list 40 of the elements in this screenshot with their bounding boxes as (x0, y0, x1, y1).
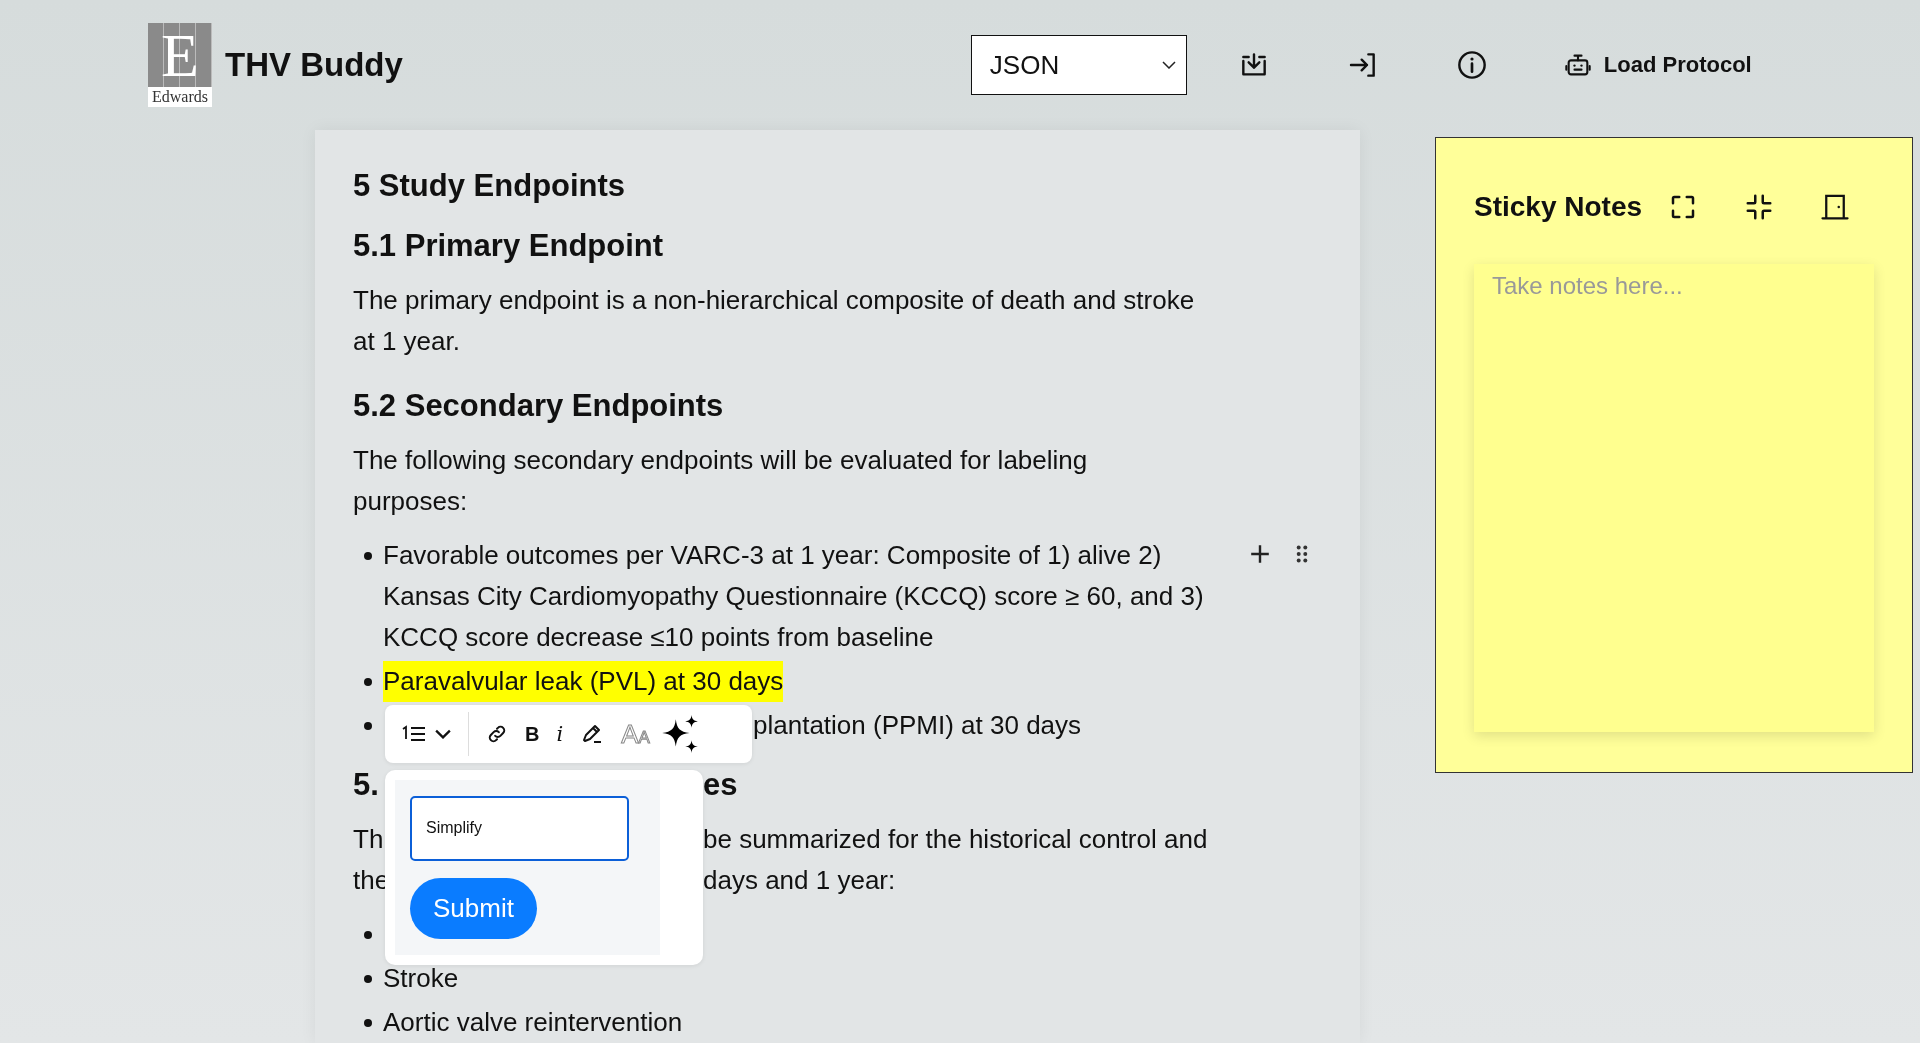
bullet-icon (364, 722, 372, 730)
bullet-icon (364, 975, 372, 983)
list-item: Stroke (383, 962, 459, 995)
submit-button[interactable]: Submit (410, 877, 537, 939)
logo-letter: E (161, 24, 199, 86)
list-item: Aortic valve reintervention (383, 1006, 683, 1039)
notes-field[interactable]: Take notes here... (1474, 264, 1874, 732)
add-icon[interactable] (1249, 543, 1271, 565)
load-protocol-button[interactable]: Load Protocol (1563, 51, 1752, 79)
paragraph: The primary endpoint is a non-hierarchical composite of death and stroke at 1 year. (353, 284, 1196, 358)
section-heading: 5.2 Secondary Endpoints (353, 387, 725, 425)
paragraph-text: be summarized for the historical control and (703, 823, 1209, 856)
prompt-input[interactable]: Simplify (410, 796, 629, 861)
chevron-down-icon (1161, 61, 1176, 69)
bold-button[interactable]: B (525, 722, 540, 746)
list-item: Paravalvular leak (PVL) at 30 days (383, 661, 784, 702)
sticky-notes-title: Sticky Notes (1474, 191, 1643, 223)
list-item: plantation (PPMI) at 30 days (753, 710, 1082, 740)
section-heading: es (703, 766, 739, 804)
info-icon[interactable] (1455, 49, 1488, 81)
door-icon[interactable] (1820, 192, 1851, 222)
section-heading: 5 Study Endpoints (353, 167, 627, 205)
italic-button[interactable]: i (556, 722, 564, 746)
list-item: Favorable outcomes per VARC-3 at 1 year: Composite of 1) alive 2) Kansas City Cardiomyopathy Questionnaire (KCCQ) score ≥ 60, and 3) KCCQ score decrease ≤10 points from baseline (383, 539, 1205, 654)
drag-handle-icon[interactable] (1295, 543, 1309, 565)
app-title: THV Buddy (225, 46, 403, 84)
section-heading: 5.1 Primary Endpoint (353, 227, 665, 265)
paragraph-text: days and 1 year: (703, 864, 897, 897)
numbered-list-icon (401, 724, 427, 744)
bullet-icon (364, 552, 372, 560)
paragraph-text: Th (353, 823, 384, 856)
bullet-icon (364, 931, 372, 939)
section-heading: 5. (353, 766, 379, 804)
link-icon[interactable] (486, 723, 508, 745)
list-style-button[interactable] (401, 724, 451, 744)
format-select[interactable]: JSON (970, 35, 1187, 95)
paragraph: The following secondary endpoints will be evaluated for labeling purposes: (353, 444, 1089, 518)
bullet-icon (364, 678, 372, 686)
bullet-icon (364, 1019, 372, 1027)
chevron-down-icon (435, 729, 451, 739)
